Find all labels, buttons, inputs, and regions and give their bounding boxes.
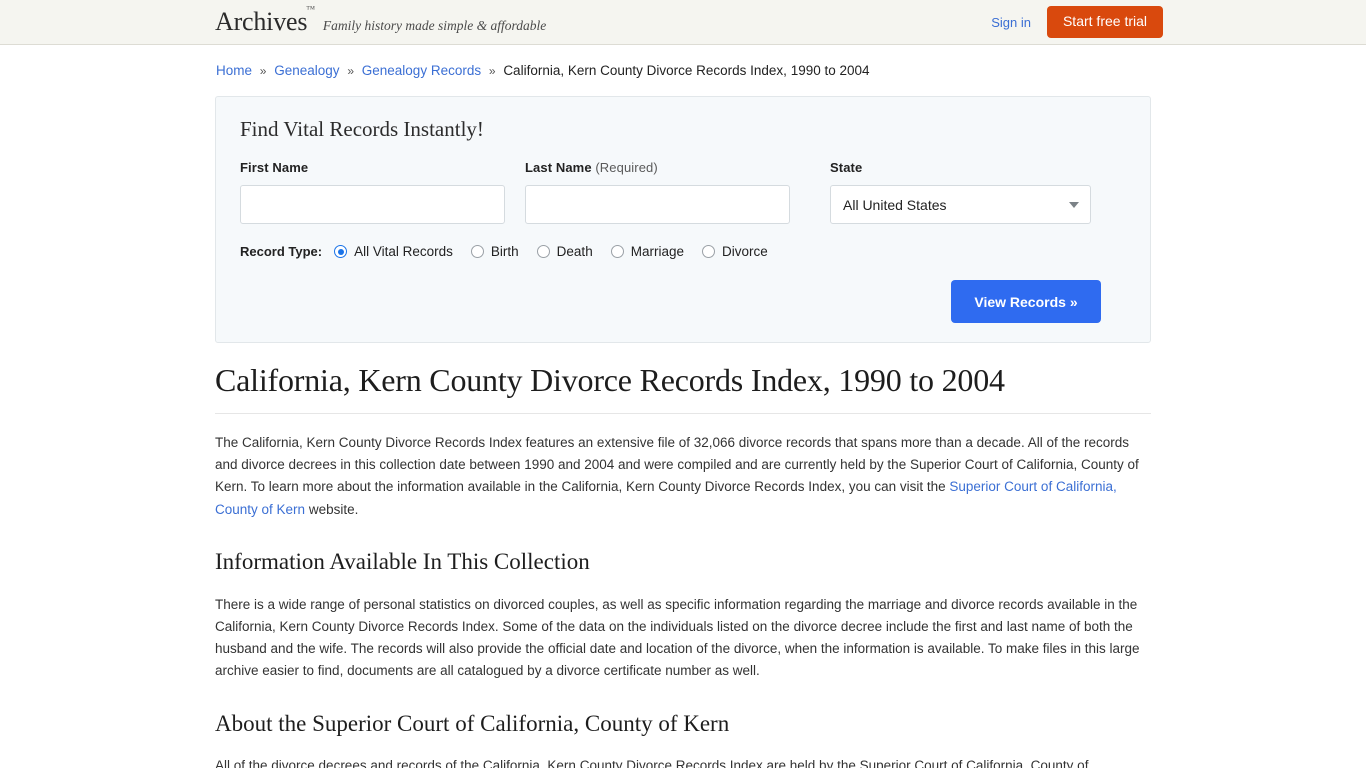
state-select[interactable]: All United States	[830, 185, 1091, 224]
last-name-field-group: Last Name (Required)	[525, 160, 790, 224]
view-records-button[interactable]: View Records »	[951, 280, 1101, 323]
article: California, Kern County Divorce Records …	[215, 343, 1151, 768]
search-panel-title: Find Vital Records Instantly!	[240, 117, 484, 141]
radio-label: All Vital Records	[354, 244, 453, 259]
trademark-icon: ™	[306, 4, 315, 15]
breadcrumb-separator: »	[488, 64, 496, 78]
start-free-trial-button[interactable]: Start free trial	[1046, 5, 1163, 39]
radio-divorce[interactable]: Divorce	[701, 244, 768, 259]
breadcrumb-separator: »	[259, 64, 267, 78]
radio-marriage[interactable]: Marriage	[610, 244, 684, 259]
radio-label: Marriage	[630, 244, 684, 259]
radio-label: Death	[556, 244, 593, 259]
intro-paragraph: The California, Kern County Divorce Reco…	[215, 432, 1151, 521]
vital-records-search-panel: Find Vital Records Instantly! First Name…	[215, 96, 1151, 343]
first-name-input[interactable]	[240, 185, 505, 224]
site-logo[interactable]: Archives™ Family history made simple & a…	[215, 4, 547, 36]
first-name-field-group: First Name	[240, 160, 505, 224]
last-name-label: Last Name (Required)	[525, 160, 658, 175]
radio-icon	[334, 245, 348, 258]
radio-label: Birth	[490, 244, 519, 259]
radio-icon	[536, 245, 550, 258]
radio-icon	[701, 245, 715, 258]
site-header: Archives™ Family history made simple & a…	[0, 0, 1366, 45]
breadcrumb-item-genealogy[interactable]: Genealogy	[274, 63, 339, 78]
radio-icon	[610, 245, 624, 258]
radio-death[interactable]: Death	[536, 244, 593, 259]
section-body-about-court: All of the divorce decrees and records o…	[215, 758, 1089, 768]
section-heading-about-court: About the Superior Court of California, …	[215, 710, 730, 736]
sign-in-link[interactable]: Sign in	[991, 15, 1031, 30]
breadcrumb: Home » Genealogy » Genealogy Records » C…	[215, 62, 1151, 80]
first-name-label: First Name	[240, 160, 309, 175]
intro-text-part-2: website.	[305, 501, 359, 517]
section-body-information-available: There is a wide range of personal statis…	[215, 596, 1140, 679]
state-label: State	[830, 160, 863, 175]
breadcrumb-item-genealogy-records[interactable]: Genealogy Records	[362, 63, 481, 78]
chevron-down-icon	[1069, 201, 1079, 208]
breadcrumb-separator: »	[347, 64, 354, 78]
state-selected-value: All United States	[843, 196, 947, 213]
search-fields-row: First Name Last Name (Required) State Al…	[240, 160, 1126, 224]
brand-tagline: Family history made simple & affordable	[322, 18, 547, 33]
last-name-input[interactable]	[525, 185, 790, 224]
radio-all-vital-records[interactable]: All Vital Records	[334, 244, 453, 259]
header-actions: Sign in Start free trial	[991, 0, 1163, 44]
radio-icon	[470, 245, 484, 258]
last-name-required-note: (Required)	[595, 160, 658, 175]
header-inner: Archives™ Family history made simple & a…	[215, 0, 1163, 44]
search-submit-row: View Records »	[240, 280, 1126, 323]
breadcrumb-item-home[interactable]: Home	[216, 63, 252, 78]
page-container: Home » Genealogy » Genealogy Records » C…	[215, 45, 1151, 768]
section-heading-information-available: Information Available In This Collection	[215, 548, 590, 574]
record-type-row: Record Type: All Vital Records Birth Dea…	[240, 244, 1126, 259]
brand-name: Archives™	[215, 4, 315, 36]
breadcrumb-item-current: California, Kern County Divorce Records …	[503, 63, 870, 78]
state-select-wrapper: All United States	[830, 185, 1091, 224]
radio-birth[interactable]: Birth	[470, 244, 519, 259]
radio-label: Divorce	[721, 244, 768, 259]
state-field-group: State All United States	[830, 160, 1091, 224]
record-type-label: Record Type:	[240, 244, 323, 259]
page-title: California, Kern County Divorce Records …	[215, 362, 1151, 414]
